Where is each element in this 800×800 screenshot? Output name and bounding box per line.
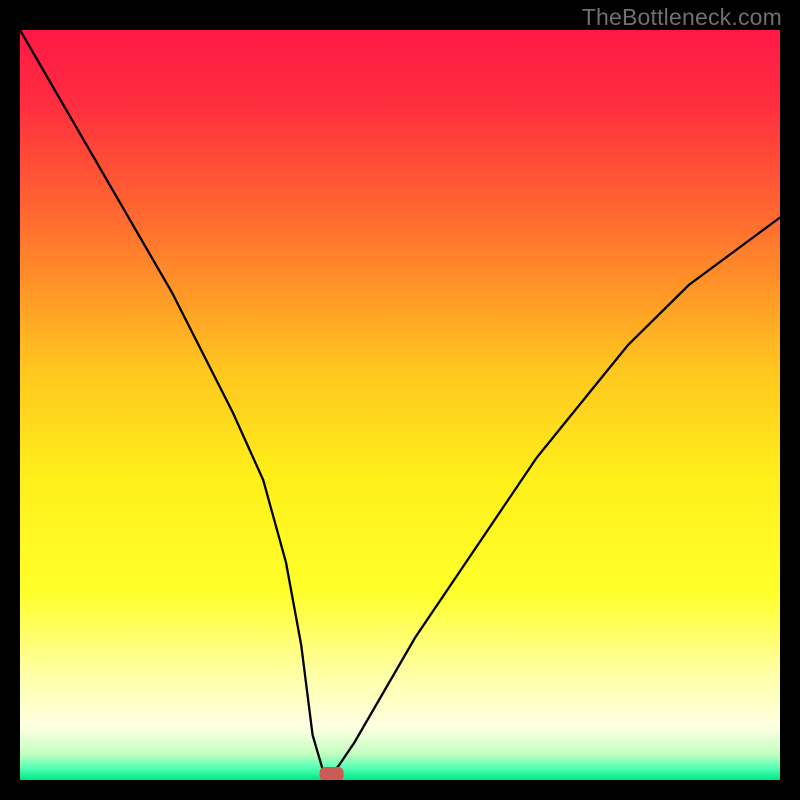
bottleneck-chart — [20, 30, 780, 780]
chart-frame: TheBottleneck.com — [0, 0, 800, 800]
gradient-background — [20, 30, 780, 780]
optimal-point-marker — [320, 767, 344, 780]
watermark-text: TheBottleneck.com — [582, 4, 782, 31]
plot-area — [20, 30, 780, 780]
